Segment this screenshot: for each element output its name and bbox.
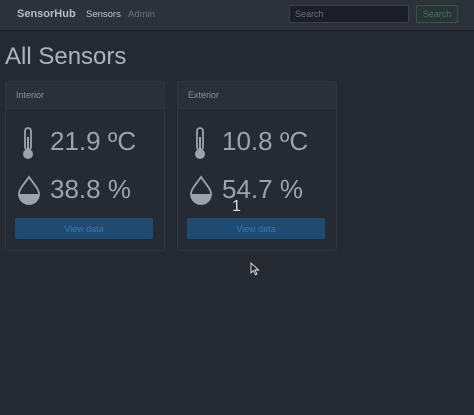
humidity-reading: 38.8 %: [50, 174, 131, 204]
nav-link-sensors[interactable]: Sensors: [86, 9, 121, 20]
view-data-button[interactable]: View data: [15, 218, 153, 239]
search-input[interactable]: [289, 5, 409, 23]
card-header: Interior: [6, 82, 164, 109]
sensor-card-exterior: Exterior 10.8 ºC 54.7 % View data: [177, 81, 337, 251]
thermometer-icon: [20, 127, 36, 166]
card-title: Exterior: [188, 90, 220, 100]
card-header: Exterior: [178, 82, 336, 109]
droplet-icon: [16, 175, 42, 210]
view-data-button[interactable]: View data: [187, 218, 325, 239]
thermometer-icon: [192, 127, 208, 166]
search-button[interactable]: Search: [416, 5, 458, 23]
navbar: SensorHub Sensors Admin Search: [0, 0, 474, 31]
card-title: Interior: [16, 90, 45, 100]
mouse-cursor-icon: [250, 261, 260, 281]
brand-logo[interactable]: SensorHub: [17, 8, 76, 20]
nav-link-admin[interactable]: Admin: [128, 9, 155, 20]
temperature-reading: 10.8 ºC: [222, 126, 309, 156]
page-title: All Sensors: [5, 43, 127, 70]
sensor-card-interior: Interior 21.9 ºC 38.8 % View data: [5, 81, 165, 251]
overlay-number: 1: [232, 198, 241, 215]
temperature-reading: 21.9 ºC: [50, 126, 137, 156]
droplet-icon: [188, 175, 214, 210]
